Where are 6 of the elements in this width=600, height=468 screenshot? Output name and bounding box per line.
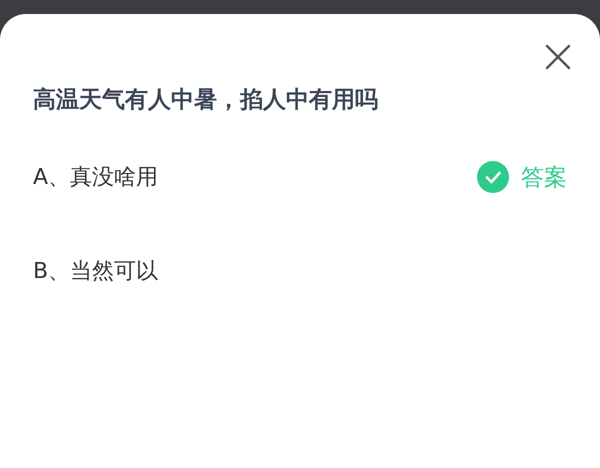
close-icon[interactable] (545, 44, 571, 70)
answer-label: 答案 (521, 164, 567, 192)
question-text: 高温天气有人中暑，掐人中有用吗 (33, 86, 379, 115)
answer-option[interactable]: B、当然可以 (33, 256, 158, 286)
check-icon (477, 161, 509, 193)
answer-option[interactable]: A、真没啥用 (33, 162, 158, 192)
